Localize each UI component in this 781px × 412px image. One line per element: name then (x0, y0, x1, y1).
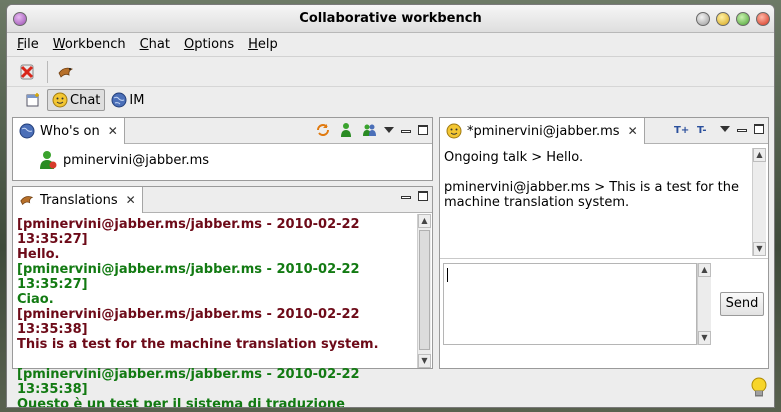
translations-header: Translations ✕ (13, 187, 432, 213)
window-title: Collaborative workbench (299, 11, 482, 26)
disconnect-icon (20, 64, 34, 79)
font-decrease-icon[interactable]: T- (697, 122, 713, 136)
maximize-view-icon[interactable] (418, 125, 428, 135)
scroll-down-icon[interactable]: ▼ (753, 242, 766, 256)
perspective-bar: Chat IM (7, 87, 774, 113)
open-perspective-button[interactable] (23, 90, 43, 110)
menu-file[interactable]: File (17, 37, 39, 52)
scroll-up-icon[interactable]: ▲ (418, 214, 431, 228)
contact-name: pminervini@jabber.ms (63, 152, 210, 168)
maximize-view-icon[interactable] (418, 191, 428, 201)
message-header: [pminervini@jabber.ms/jabber.ms - 2010-0… (17, 367, 360, 397)
close-tab-icon[interactable]: ✕ (628, 124, 638, 138)
message-body: This is a test for the machine translati… (17, 337, 379, 352)
font-increase-icon[interactable]: T+ (674, 122, 690, 136)
scroll-down-icon[interactable]: ▼ (698, 331, 711, 345)
app-window: Collaborative workbench File Workbench C… (6, 4, 775, 408)
tab-whos-on[interactable]: Who's on ✕ (13, 118, 125, 144)
menu-help[interactable]: Help (248, 37, 278, 52)
chat-header: *pminervini@jabber.ms ✕ T+ T- (440, 118, 768, 144)
translations-scrollbar[interactable]: ▲ ▼ (417, 214, 431, 368)
lightbulb-icon[interactable] (750, 377, 768, 399)
message-input-scrollbar[interactable]: ▲ ▼ (697, 263, 711, 345)
minimize-view-icon[interactable] (401, 129, 411, 133)
message-body: Hello. (17, 247, 60, 262)
close-tab-icon[interactable]: ✕ (108, 124, 118, 138)
whos-on-header: Who's on ✕ (13, 118, 432, 144)
menu-chat[interactable]: Chat (140, 37, 170, 52)
title-bar[interactable]: Collaborative workbench (7, 5, 774, 33)
globe-icon (19, 123, 35, 139)
open-perspective-icon (26, 93, 39, 107)
menu-workbench[interactable]: Workbench (53, 37, 126, 52)
svg-text:T-: T- (697, 125, 707, 136)
whos-on-view: Who's on ✕ pminervini@jabber.ms (12, 117, 433, 181)
menu-bar: File Workbench Chat Options Help (7, 33, 774, 57)
window-close-button[interactable] (756, 12, 770, 26)
translate-button[interactable] (54, 60, 78, 84)
perspective-im[interactable]: IM (107, 89, 148, 111)
chat-toolbar: T+ T- (667, 122, 764, 136)
translate-bird-icon (58, 67, 73, 78)
contact-list-item[interactable]: pminervini@jabber.ms (39, 150, 209, 170)
chat-line: pminervini@jabber.ms > This is a test fo… (444, 180, 739, 210)
translations-view: Translations ✕ [pminervini@jabber.ms/jab… (12, 186, 433, 407)
toolbar-separator (47, 60, 48, 83)
view-menu-icon[interactable] (384, 127, 394, 133)
main-toolbar (7, 57, 774, 87)
message-body: Questo è un test per il sistema di tradu… (17, 397, 345, 408)
scroll-up-icon[interactable]: ▲ (753, 148, 766, 162)
maximize-view-icon[interactable] (754, 124, 764, 134)
send-button[interactable]: Send (720, 292, 764, 316)
chat-face-icon (446, 123, 462, 139)
refresh-icon[interactable] (315, 122, 331, 138)
menu-options[interactable]: Options (184, 37, 234, 52)
translate-bird-icon (20, 196, 34, 206)
tab-translations[interactable]: Translations ✕ (13, 187, 143, 213)
chat-face-icon (52, 92, 68, 108)
message-header: [pminervini@jabber.ms/jabber.ms - 2010-0… (17, 307, 360, 337)
message-header: [pminervini@jabber.ms/jabber.ms - 2010-0… (17, 262, 360, 292)
translation-log: [pminervini@jabber.ms/jabber.ms - 2010-0… (17, 217, 413, 408)
translations-toolbar (394, 191, 428, 201)
message-header: [pminervini@jabber.ms/jabber.ms - 2010-0… (17, 217, 360, 247)
perspective-chat[interactable]: Chat (47, 89, 106, 111)
whos-on-toolbar (308, 122, 428, 138)
svg-text:T+: T+ (674, 125, 689, 136)
globe-icon (111, 92, 127, 108)
add-contact-icon[interactable] (338, 122, 354, 138)
scroll-thumb[interactable] (419, 230, 430, 350)
minimize-view-icon[interactable] (737, 128, 747, 132)
tab-chat-conversation[interactable]: *pminervini@jabber.ms ✕ (440, 118, 645, 144)
message-body: Ciao. (17, 292, 54, 307)
disconnect-button[interactable] (15, 60, 39, 84)
scroll-up-icon[interactable]: ▲ (698, 263, 711, 277)
message-input[interactable] (443, 263, 697, 345)
chat-divider (440, 258, 768, 259)
window-maximize-button[interactable] (736, 12, 750, 26)
group-contacts-icon[interactable] (361, 122, 377, 138)
text-cursor (447, 268, 448, 282)
minimize-view-icon[interactable] (401, 195, 411, 199)
window-shade-button[interactable] (696, 12, 710, 26)
chat-history-scrollbar[interactable]: ▲ ▼ (752, 148, 766, 256)
view-menu-icon[interactable] (720, 126, 730, 132)
chat-history: Ongoing talk > Hello. pminervini@jabber.… (444, 150, 744, 210)
scroll-down-icon[interactable]: ▼ (418, 354, 431, 368)
chat-line: Ongoing talk > Hello. (444, 150, 584, 165)
close-tab-icon[interactable]: ✕ (126, 193, 136, 207)
online-user-icon (40, 151, 57, 169)
chat-view: *pminervini@jabber.ms ✕ T+ T- Ongoing ta… (439, 117, 769, 369)
window-minimize-button[interactable] (716, 12, 730, 26)
